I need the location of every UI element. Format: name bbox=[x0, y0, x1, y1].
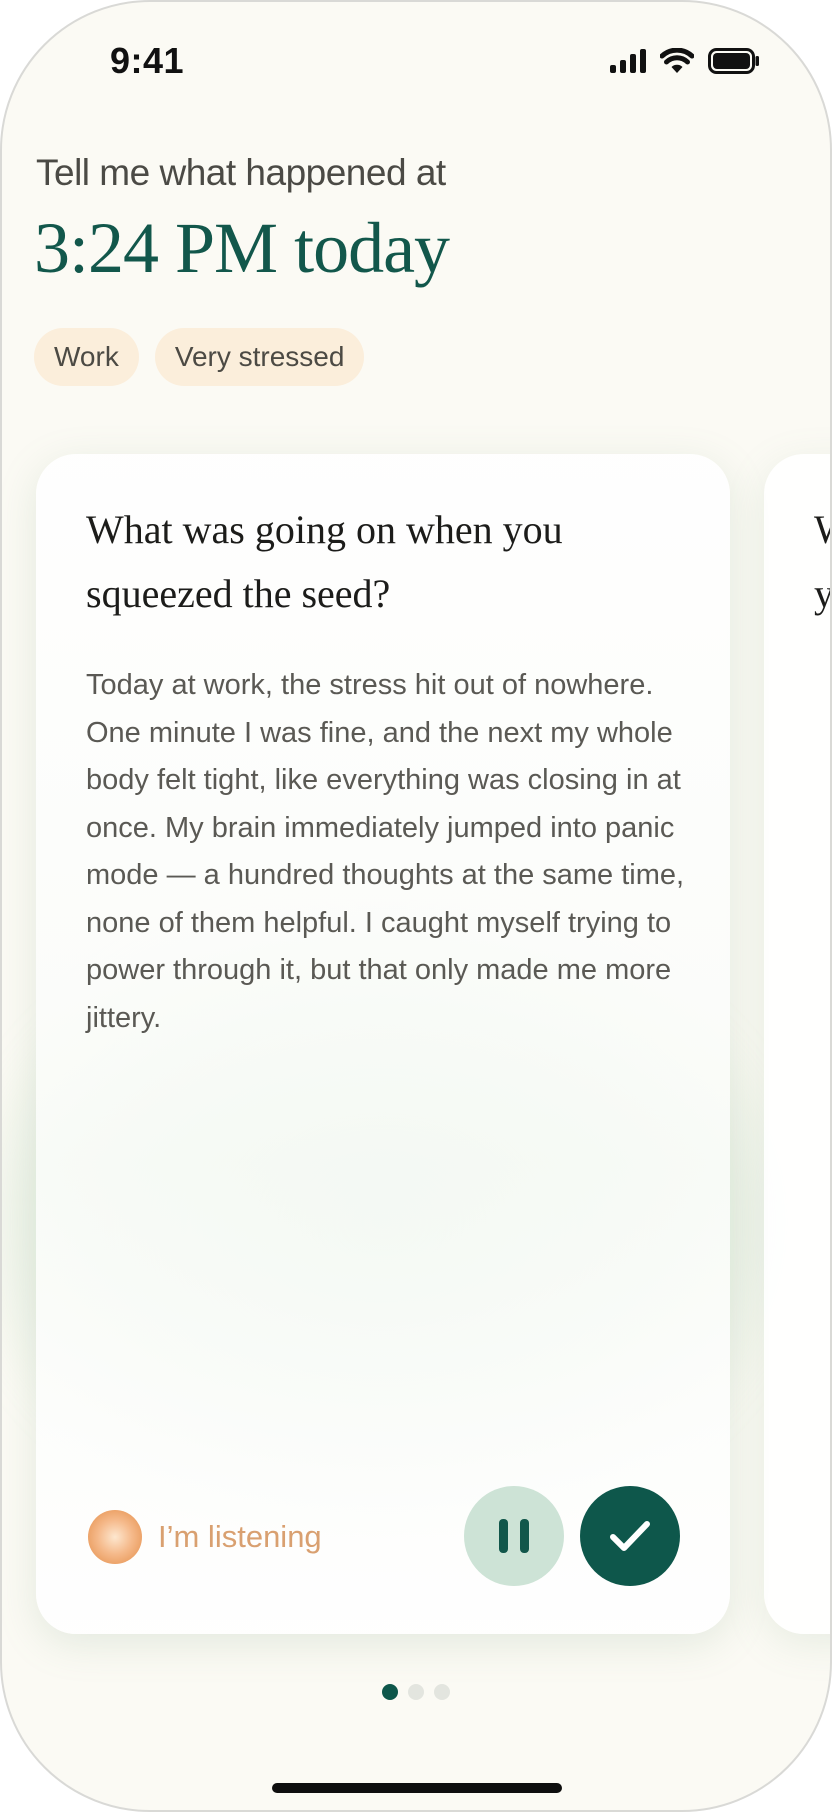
battery-icon bbox=[708, 48, 759, 74]
tag-list: Work Very stressed bbox=[34, 328, 365, 386]
question-card: What was going on when you squeezed the … bbox=[36, 454, 730, 1634]
cellular-signal-icon bbox=[610, 49, 646, 73]
next-card-question-line-1: W bbox=[814, 498, 830, 562]
header-time: 3:24 PM today bbox=[34, 208, 450, 288]
next-card-question-peek: W y bbox=[814, 498, 832, 626]
phone-frame: 9:41 Tell me what happened at 3:24 PM to… bbox=[0, 0, 832, 1812]
pause-icon bbox=[499, 1519, 508, 1553]
next-question-card[interactable]: W y bbox=[764, 454, 832, 1634]
pagination-dot-3[interactable] bbox=[434, 1684, 450, 1700]
listening-indicator: I’m listening bbox=[88, 1510, 322, 1564]
pause-button[interactable] bbox=[464, 1486, 564, 1586]
card-answer-transcript: Today at work, the stress hit out of now… bbox=[86, 669, 685, 1034]
listening-orb-icon bbox=[88, 1510, 142, 1564]
pagination-dot-1[interactable] bbox=[382, 1684, 398, 1700]
pagination-dots bbox=[382, 1684, 450, 1700]
card-question: What was going on when you squeezed the … bbox=[86, 507, 563, 616]
status-icons bbox=[610, 48, 760, 74]
pause-icon-bar bbox=[520, 1519, 529, 1553]
confirm-button[interactable] bbox=[580, 1486, 680, 1586]
pagination-dot-2[interactable] bbox=[408, 1684, 424, 1700]
listening-label: I’m listening bbox=[158, 1519, 322, 1554]
home-indicator[interactable] bbox=[272, 1783, 562, 1793]
tag-mood[interactable]: Very stressed bbox=[154, 328, 365, 386]
header-prompt: Tell me what happened at bbox=[36, 152, 446, 193]
next-card-question-line-2: y bbox=[814, 571, 832, 616]
checkmark-icon bbox=[610, 1521, 650, 1551]
tag-work[interactable]: Work bbox=[34, 328, 139, 386]
wifi-icon bbox=[660, 48, 694, 73]
status-time: 9:41 bbox=[110, 40, 185, 81]
